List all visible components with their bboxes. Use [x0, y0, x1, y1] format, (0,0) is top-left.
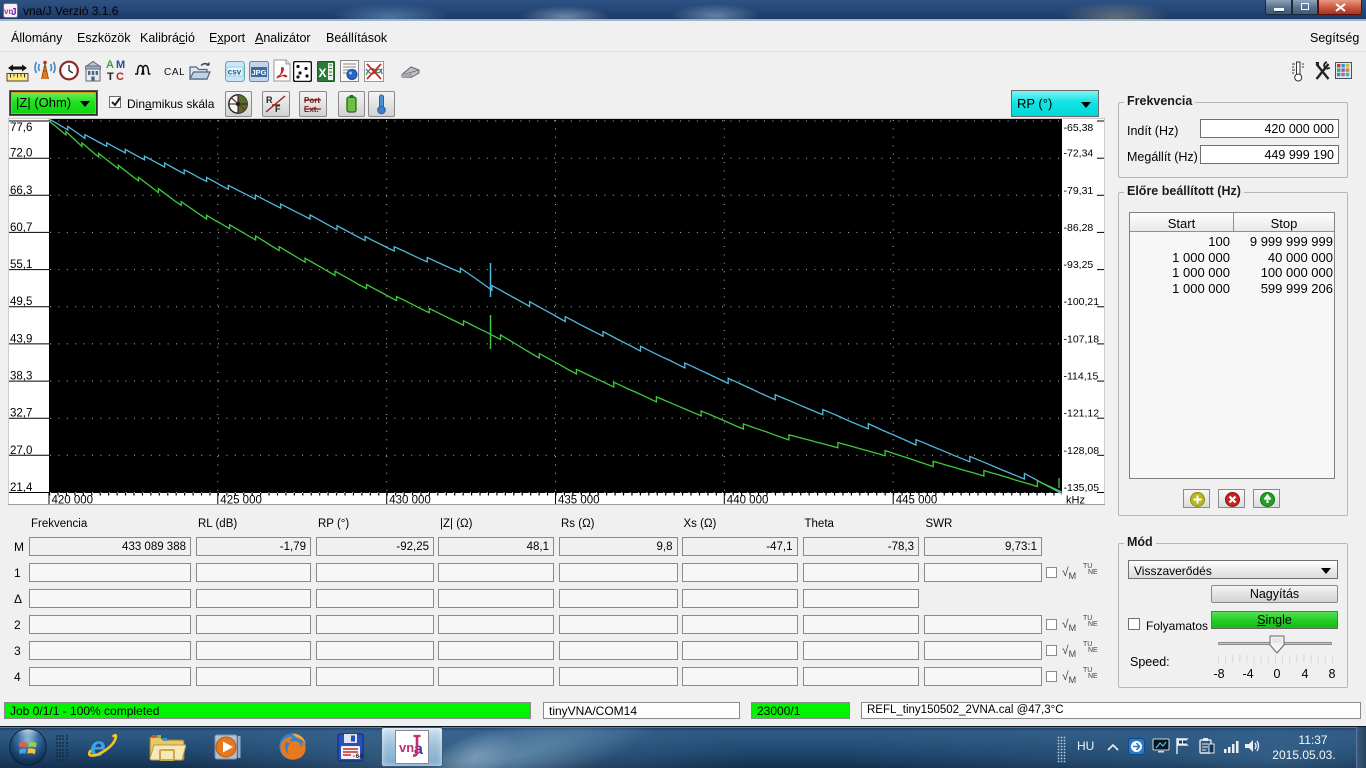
svg-text:JPG: JPG [252, 68, 267, 77]
svg-text:435 000: 435 000 [558, 495, 600, 506]
svg-text:60,7: 60,7 [10, 222, 32, 234]
svg-text:csv: csv [228, 68, 242, 77]
svg-text:R: R [266, 95, 273, 105]
svg-text:-64·: -64· [352, 753, 366, 760]
svg-text:-114,15: -114,15 [1064, 371, 1099, 383]
svg-text:55,1: 55,1 [10, 259, 32, 271]
svg-text:-93,25: -93,25 [1064, 259, 1094, 271]
svg-text:-100,21: -100,21 [1064, 296, 1100, 308]
svg-text:M: M [116, 59, 125, 71]
svg-text:T: T [107, 71, 114, 83]
svg-text:27,0: 27,0 [10, 445, 32, 457]
svg-text:-65,38: -65,38 [1064, 122, 1094, 134]
svg-text:-135,05: -135,05 [1064, 482, 1100, 494]
svg-text:C: C [116, 71, 124, 83]
svg-text:-121,12: -121,12 [1064, 408, 1100, 420]
svg-text:425 000: 425 000 [220, 495, 262, 506]
svg-text:38,3: 38,3 [10, 371, 32, 383]
svg-text:21,4: 21,4 [10, 482, 33, 494]
svg-text:-79,31: -79,31 [1064, 185, 1094, 197]
svg-text:A: A [106, 59, 114, 71]
svg-text:43,9: 43,9 [10, 333, 32, 345]
svg-text:72,0: 72,0 [10, 148, 32, 160]
svg-text:X: X [319, 66, 327, 80]
svg-text:445 000: 445 000 [896, 495, 938, 506]
svg-text:66,3: 66,3 [10, 185, 32, 197]
svg-text:-86,28: -86,28 [1064, 222, 1094, 234]
svg-text:kHz: kHz [1066, 495, 1085, 506]
svg-text:77,6: 77,6 [10, 122, 32, 134]
svg-text:49,5: 49,5 [10, 296, 32, 308]
svg-text:vn: vn [399, 740, 414, 755]
svg-text:-72,34: -72,34 [1064, 148, 1094, 160]
svg-text:420 000: 420 000 [52, 495, 94, 506]
svg-text:-128,08: -128,08 [1064, 445, 1100, 457]
svg-text:32,7: 32,7 [10, 408, 32, 420]
svg-text:e: e [90, 731, 106, 762]
svg-text:J: J [11, 7, 17, 18]
svg-text:CAL: CAL [164, 67, 184, 78]
svg-text:430 000: 430 000 [389, 495, 431, 506]
svg-text:440 000: 440 000 [727, 495, 769, 506]
svg-text:-107,18: -107,18 [1064, 333, 1100, 345]
